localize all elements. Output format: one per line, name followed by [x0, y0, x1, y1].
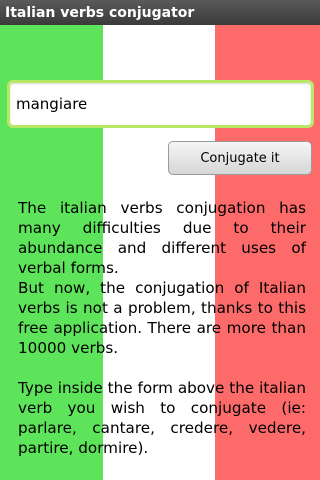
app-title: Italian verbs conjugator: [5, 4, 195, 21]
description-paragraph-3: Type inside the form above the italian v…: [18, 379, 306, 457]
description-paragraph-1: The italian verbs conjugation has many d…: [18, 199, 306, 277]
conjugate-button[interactable]: Conjugate it: [168, 141, 312, 175]
description-text: The italian verbs conjugation has many d…: [18, 198, 306, 458]
description-paragraph-2: But now, the conjugation of Italian verb…: [18, 279, 306, 357]
verb-input[interactable]: [7, 80, 314, 128]
title-bar: Italian verbs conjugator: [0, 0, 320, 25]
